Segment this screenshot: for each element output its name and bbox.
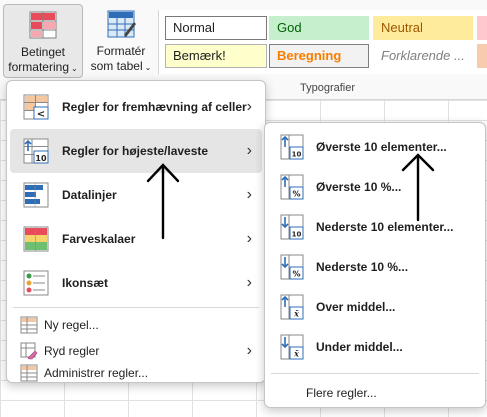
svg-text:%: % bbox=[292, 270, 300, 279]
chevron-right-icon: › bbox=[246, 142, 252, 159]
submenu-item-label: Under middel... bbox=[316, 340, 403, 354]
conditional-formatting-label-1: Betinget bbox=[20, 45, 66, 59]
menu-item-label: Ryd regler bbox=[44, 344, 100, 358]
chevron-right-icon: › bbox=[246, 98, 252, 115]
top-10-percent-icon: % bbox=[280, 174, 304, 200]
menu-item-label: Ny regel... bbox=[44, 318, 99, 332]
menu-item-top-bottom-rules[interactable]: 10 Regler for højeste/laveste › bbox=[10, 129, 262, 173]
chevron-right-icon: › bbox=[246, 186, 252, 203]
format-as-table-icon bbox=[107, 10, 136, 38]
new-rule-icon bbox=[20, 316, 38, 334]
top-bottom-rules-icon: 10 bbox=[23, 138, 49, 164]
svg-text:%: % bbox=[292, 190, 300, 199]
menu-item-highlight-cells-rules[interactable]: < Regler for fremhævning af celler › bbox=[10, 85, 262, 129]
submenu-item-label: Over middel... bbox=[316, 300, 396, 314]
menu-item-clear-rules[interactable]: Ryd regler › bbox=[10, 338, 262, 364]
submenu-item-top-10-percent[interactable]: % Øverste 10 %... bbox=[268, 167, 482, 207]
svg-text:10: 10 bbox=[35, 154, 47, 163]
submenu-item-label: Flere regler... bbox=[306, 386, 377, 400]
submenu-item-top-10-items[interactable]: 10 Øverste 10 elementer... bbox=[268, 127, 482, 167]
style-normal[interactable]: Normal bbox=[165, 16, 267, 40]
style-partial[interactable] bbox=[477, 16, 487, 40]
conditional-formatting-button[interactable]: Betinget formatering ⌄ bbox=[3, 4, 83, 78]
clear-rules-icon bbox=[20, 342, 38, 360]
manage-rules-icon bbox=[20, 364, 38, 382]
top-bottom-rules-submenu: 10 Øverste 10 elementer... % Øverste 10 … bbox=[264, 122, 486, 408]
svg-text:x̄: x̄ bbox=[293, 309, 299, 319]
svg-text:10: 10 bbox=[292, 151, 302, 159]
menu-item-manage-rules[interactable]: Administrer regler... bbox=[10, 364, 262, 382]
chevron-right-icon: › bbox=[246, 274, 252, 291]
menu-item-data-bars[interactable]: Datalinjer › bbox=[10, 173, 262, 217]
conditional-formatting-label-2: formatering ⌄ bbox=[8, 60, 78, 74]
svg-text:10: 10 bbox=[292, 231, 302, 239]
conditional-formatting-menu: < Regler for fremhævning af celler › 10 … bbox=[6, 80, 266, 383]
style-partial-2[interactable] bbox=[477, 44, 487, 68]
submenu-item-below-average[interactable]: x̄ Under middel... bbox=[268, 327, 482, 367]
format-as-table-label-2: som tabel ⌄ bbox=[90, 59, 152, 73]
submenu-item-bottom-10-percent[interactable]: % Nederste 10 %... bbox=[268, 247, 482, 287]
submenu-item-label: Nederste 10 elementer... bbox=[316, 220, 454, 234]
svg-text:x̄: x̄ bbox=[293, 349, 299, 359]
menu-item-label: Regler for fremhævning af celler bbox=[62, 100, 247, 114]
submenu-item-above-average[interactable]: x̄ Over middel... bbox=[268, 287, 482, 327]
bottom-10-percent-icon: % bbox=[280, 254, 304, 280]
top-10-items-icon: 10 bbox=[280, 134, 304, 160]
menu-item-icon-sets[interactable]: Ikonsæt › bbox=[10, 261, 262, 305]
chevron-right-icon: › bbox=[246, 342, 252, 359]
above-average-icon: x̄ bbox=[280, 294, 304, 320]
menu-item-label: Datalinjer bbox=[62, 188, 117, 202]
below-average-icon: x̄ bbox=[280, 334, 304, 360]
style-explanatory[interactable]: Forklarende ... bbox=[373, 44, 473, 68]
submenu-item-label: Nederste 10 %... bbox=[316, 260, 409, 274]
submenu-item-more-rules[interactable]: Flere regler... bbox=[268, 380, 482, 406]
data-bars-icon bbox=[23, 182, 49, 208]
svg-text:<: < bbox=[37, 109, 45, 120]
menu-item-label: Regler for højeste/laveste bbox=[62, 144, 209, 158]
submenu-item-label: Øverste 10 elementer... bbox=[316, 140, 447, 154]
menu-item-color-scales[interactable]: Farveskalaer › bbox=[10, 217, 262, 261]
cell-styles-gallery: Normal God Neutral Bemærk! Beregning For… bbox=[158, 10, 487, 74]
style-good[interactable]: God bbox=[269, 16, 369, 40]
highlight-cells-rules-icon: < bbox=[23, 94, 49, 120]
format-as-table-button[interactable]: Formatér som tabel ⌄ bbox=[88, 4, 154, 78]
style-neutral[interactable]: Neutral bbox=[373, 16, 473, 40]
menu-item-label: Administrer regler... bbox=[44, 366, 149, 380]
icon-sets-icon bbox=[23, 270, 49, 296]
chevron-right-icon: › bbox=[246, 230, 252, 247]
submenu-item-label: Øverste 10 %... bbox=[316, 180, 402, 194]
format-as-table-label-1: Formatér bbox=[96, 44, 146, 58]
chevron-down-icon: ⌄ bbox=[71, 64, 78, 73]
style-calculation[interactable]: Beregning bbox=[269, 44, 369, 68]
style-note[interactable]: Bemærk! bbox=[165, 44, 267, 68]
bottom-10-items-icon: 10 bbox=[280, 214, 304, 240]
menu-item-label: Farveskalaer bbox=[62, 232, 136, 246]
menu-item-new-rule[interactable]: Ny regel... bbox=[10, 312, 262, 338]
menu-separator bbox=[13, 307, 259, 308]
submenu-item-bottom-10-items[interactable]: 10 Nederste 10 elementer... bbox=[268, 207, 482, 247]
chevron-down-icon: ⌄ bbox=[144, 63, 152, 72]
styles-group-label: Typografier bbox=[300, 82, 356, 94]
conditional-formatting-icon bbox=[29, 11, 57, 39]
menu-item-label: Ikonsæt bbox=[62, 276, 109, 290]
color-scales-icon bbox=[23, 226, 49, 252]
menu-separator bbox=[271, 373, 479, 374]
